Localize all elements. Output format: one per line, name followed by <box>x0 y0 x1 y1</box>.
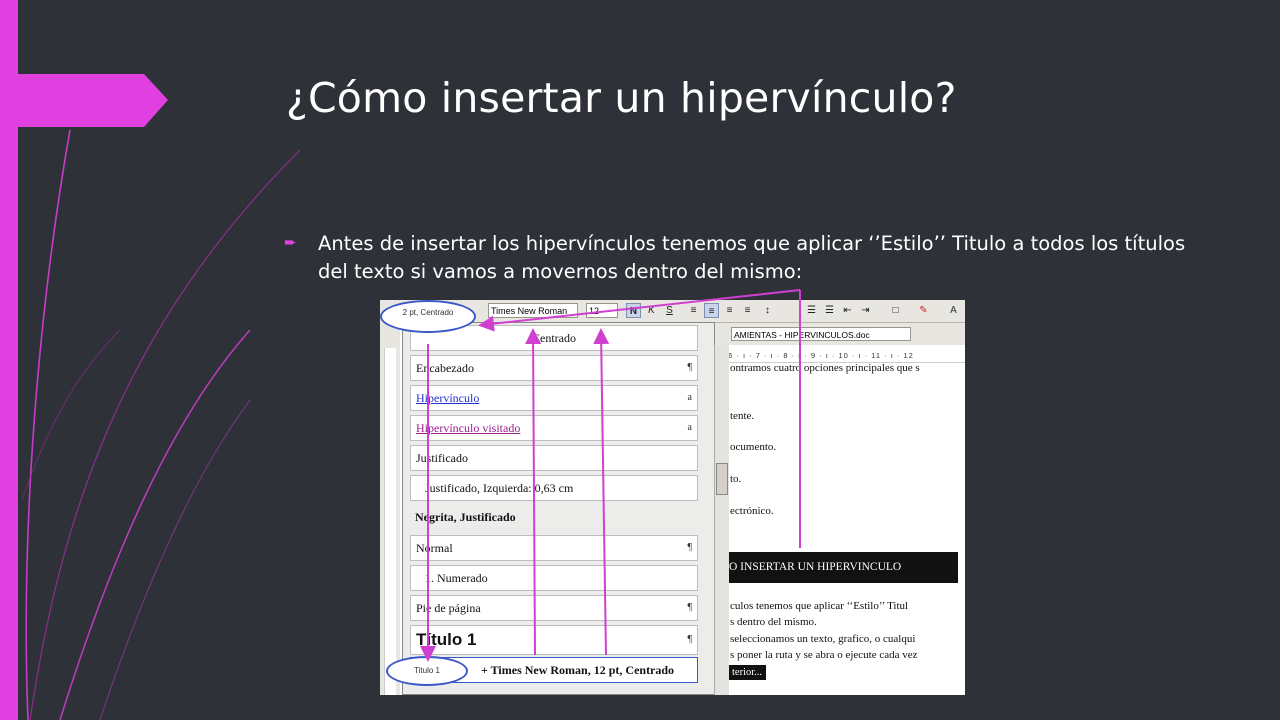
underline-button[interactable]: S <box>662 303 677 318</box>
callout-top: 2 pt, Centrado <box>380 300 476 333</box>
border-icon[interactable]: □ <box>888 303 903 318</box>
align-left-icon[interactable]: ≡ <box>686 303 701 318</box>
doc-line: ontramos cuatro opciones principales que… <box>730 362 920 374</box>
scrollbar-thumb[interactable] <box>716 463 728 495</box>
doc-line: tente. <box>730 410 755 422</box>
justify-icon[interactable]: ≡ <box>740 303 755 318</box>
doc-line: seleccionamos un texto, grafico, o cualq… <box>730 633 916 645</box>
doc-line: s poner la ruta y se abra o ejecute cada… <box>730 649 918 661</box>
italic-button[interactable]: K <box>644 303 659 318</box>
document-name[interactable]: AMIENTAS - HIPERVINCULOS.doc <box>731 327 911 341</box>
doc-line: ocumento. <box>730 441 777 453</box>
style-item[interactable]: Hipervínculo a <box>410 385 698 411</box>
heading-bar: O INSERTAR UN HIPERVINCULO <box>725 552 958 583</box>
style-item[interactable]: Hipervínculo visitado a <box>410 415 698 441</box>
increase-indent-icon[interactable]: ⇥ <box>858 303 873 318</box>
align-center-icon[interactable]: ≡ <box>704 303 719 318</box>
document-bar: AMIENTAS - HIPERVINCULOS.doc <box>715 323 965 345</box>
style-item[interactable]: Normal ¶ <box>410 535 698 561</box>
bullets-icon[interactable]: ☰ <box>822 303 837 318</box>
align-right-icon[interactable]: ≡ <box>722 303 737 318</box>
word-screenshot: Times New Roman 12 N K S ≡ ≡ ≡ ≡ ↕ ☰ ☰ ⇤… <box>380 300 965 695</box>
font-size-select[interactable]: 12 <box>586 303 618 318</box>
numbering-icon[interactable]: ☰ <box>804 303 819 318</box>
highlight-icon[interactable]: ✎ <box>916 303 931 318</box>
bullet-text: Antes de insertar los hipervínculos tene… <box>318 232 1186 283</box>
style-item[interactable]: 1. Numerado <box>410 565 698 591</box>
style-item[interactable]: Negrita, Justificado <box>410 505 698 531</box>
style-item[interactable]: Encabezado ¶ <box>410 355 698 381</box>
font-color-icon[interactable]: A <box>946 303 961 318</box>
font-name-select[interactable]: Times New Roman <box>488 303 578 318</box>
bold-button[interactable]: N <box>626 303 641 318</box>
style-item[interactable]: Título 1 ¶ <box>410 625 698 655</box>
slide-title: ¿Cómo insertar un hipervínculo? <box>286 74 957 122</box>
doc-line: culos tenemos que aplicar ‘‘Estilo’’ Tit… <box>730 600 909 612</box>
doc-line: s dentro del mismo. <box>730 616 817 628</box>
vertical-ruler <box>380 322 400 695</box>
style-item[interactable]: Justificado <box>410 445 698 471</box>
style-list-scrollbar[interactable] <box>714 345 729 695</box>
bullet-arrow-icon: ➨ <box>284 233 297 251</box>
style-item[interactable]: Justificado, Izquierda: 0,63 cm <box>410 475 698 501</box>
anterior-label: terior... <box>728 665 767 680</box>
decrease-indent-icon[interactable]: ⇤ <box>840 303 855 318</box>
line-spacing-icon[interactable]: ↕ <box>760 303 775 318</box>
style-item[interactable]: Pie de página ¶ <box>410 595 698 621</box>
doc-line: to. <box>730 473 742 485</box>
callout-bottom: Titulo 1 <box>386 656 468 686</box>
doc-line: ectrónico. <box>730 505 774 517</box>
style-dropdown-list: Centrado Encabezado ¶ Hipervínculo a Hiper… <box>402 322 729 695</box>
